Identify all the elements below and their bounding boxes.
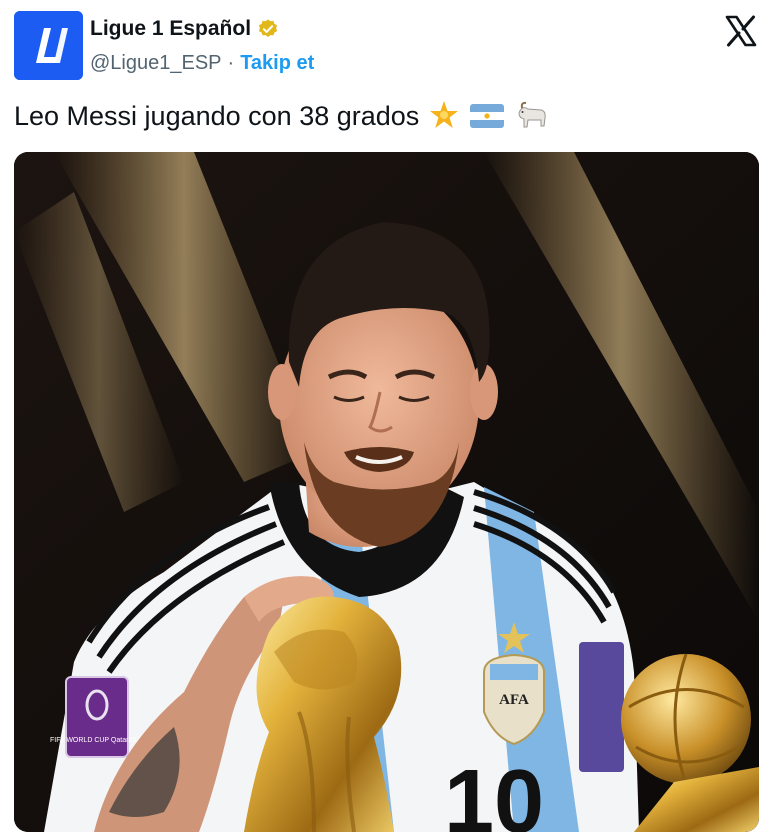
messi-world-cup-photo: AFA FIFA WORLD CUP Qatar2022 10 <box>14 152 759 832</box>
separator-dot: · <box>227 52 235 74</box>
crest-text: AFA <box>499 692 529 708</box>
verified-badge-icon <box>259 19 278 37</box>
name-row: Ligue 1 Español <box>90 17 279 41</box>
handle-row: @Ligue1_ESP · Takip et <box>90 52 314 75</box>
tweet-header: Ligue 1 Español @Ligue1_ESP · Takip et <box>0 0 770 95</box>
tweet-media-photo[interactable]: AFA FIFA WORLD CUP Qatar2022 10 <box>14 152 759 832</box>
star-emoji-icon <box>430 101 459 128</box>
tweet-body: Leo Messi jugando con 38 grados <box>14 100 420 131</box>
account-handle[interactable]: @Ligue1_ESP <box>90 52 222 75</box>
x-logo-icon[interactable] <box>724 14 758 48</box>
goat-emoji-icon <box>518 101 546 128</box>
follow-button[interactable]: Takip et <box>240 52 314 75</box>
account-avatar[interactable] <box>14 11 83 80</box>
argentina-flag-emoji-icon <box>470 104 505 128</box>
jersey-number: 10 <box>444 752 544 832</box>
ligue1-logo-icon <box>14 11 83 80</box>
display-name[interactable]: Ligue 1 Español <box>90 17 251 41</box>
right-sleeve-patch <box>579 642 624 772</box>
sleeve-patch-text: FIFA WORLD CUP Qatar2022 <box>50 737 144 744</box>
tweet-text: Leo Messi jugando con 38 grados <box>14 99 549 133</box>
